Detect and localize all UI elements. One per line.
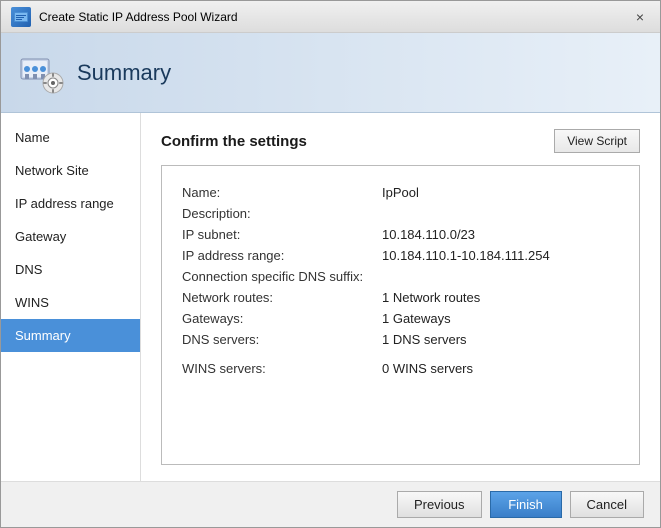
setting-row-dns-servers: DNS servers: 1 DNS servers [182, 329, 619, 350]
sidebar-item-dns[interactable]: DNS [1, 253, 140, 286]
setting-label-ip-subnet: IP subnet: [182, 227, 382, 242]
previous-button[interactable]: Previous [397, 491, 482, 518]
setting-label-network-routes: Network routes: [182, 290, 382, 305]
sidebar-item-name[interactable]: Name [1, 121, 140, 154]
setting-label-gateways: Gateways: [182, 311, 382, 326]
setting-row-ip-range: IP address range: 10.184.110.1-10.184.11… [182, 245, 619, 266]
wizard-icon [11, 7, 31, 27]
setting-label-wins: WINS servers: [182, 361, 382, 376]
setting-value-name: IpPool [382, 185, 419, 200]
wizard-window: Create Static IP Address Pool Wizard × [0, 0, 661, 528]
sidebar: Name Network Site IP address range Gatew… [1, 113, 141, 481]
setting-row-description: Description: [182, 203, 619, 224]
setting-row-network-routes: Network routes: 1 Network routes [182, 287, 619, 308]
settings-box: Name: IpPool Description: IP subnet: 10.… [161, 165, 640, 465]
title-bar-text: Create Static IP Address Pool Wizard [39, 10, 238, 24]
setting-row-gateways: Gateways: 1 Gateways [182, 308, 619, 329]
setting-value-dns-servers: 1 DNS servers [382, 332, 467, 347]
sidebar-item-summary[interactable]: Summary [1, 319, 140, 352]
footer: Previous Finish Cancel [1, 481, 660, 527]
finish-button[interactable]: Finish [490, 491, 562, 518]
setting-value-ip-subnet: 10.184.110.0/23 [382, 227, 475, 242]
setting-row-name: Name: IpPool [182, 182, 619, 203]
main-content: Confirm the settings View Script Name: I… [141, 113, 660, 481]
header-icon [17, 49, 65, 97]
sidebar-item-gateway[interactable]: Gateway [1, 220, 140, 253]
sidebar-item-ip-address-range[interactable]: IP address range [1, 187, 140, 220]
setting-row-dns-suffix: Connection specific DNS suffix: [182, 266, 619, 287]
header-title: Summary [77, 60, 171, 86]
title-bar: Create Static IP Address Pool Wizard × [1, 1, 660, 33]
content-area: Name Network Site IP address range Gatew… [1, 113, 660, 481]
sidebar-item-wins[interactable]: WINS [1, 286, 140, 319]
title-bar-left: Create Static IP Address Pool Wizard [11, 7, 238, 27]
setting-row-ip-subnet: IP subnet: 10.184.110.0/23 [182, 224, 619, 245]
view-script-button[interactable]: View Script [554, 129, 640, 153]
setting-value-network-routes: 1 Network routes [382, 290, 480, 305]
setting-value-ip-range: 10.184.110.1-10.184.111.254 [382, 248, 550, 263]
confirm-header: Confirm the settings View Script [161, 129, 640, 153]
setting-label-dns-suffix: Connection specific DNS suffix: [182, 269, 382, 284]
close-button[interactable]: × [630, 7, 650, 27]
setting-label-ip-range: IP address range: [182, 248, 382, 263]
setting-label-name: Name: [182, 185, 382, 200]
setting-label-description: Description: [182, 206, 382, 221]
setting-label-dns-servers: DNS servers: [182, 332, 382, 347]
setting-value-gateways: 1 Gateways [382, 311, 451, 326]
confirm-title: Confirm the settings [161, 133, 307, 150]
setting-value-wins: 0 WINS servers [382, 361, 473, 376]
setting-row-wins: WINS servers: 0 WINS servers [182, 358, 619, 379]
header-section: Summary [1, 33, 660, 113]
cancel-button[interactable]: Cancel [570, 491, 644, 518]
sidebar-item-network-site[interactable]: Network Site [1, 154, 140, 187]
